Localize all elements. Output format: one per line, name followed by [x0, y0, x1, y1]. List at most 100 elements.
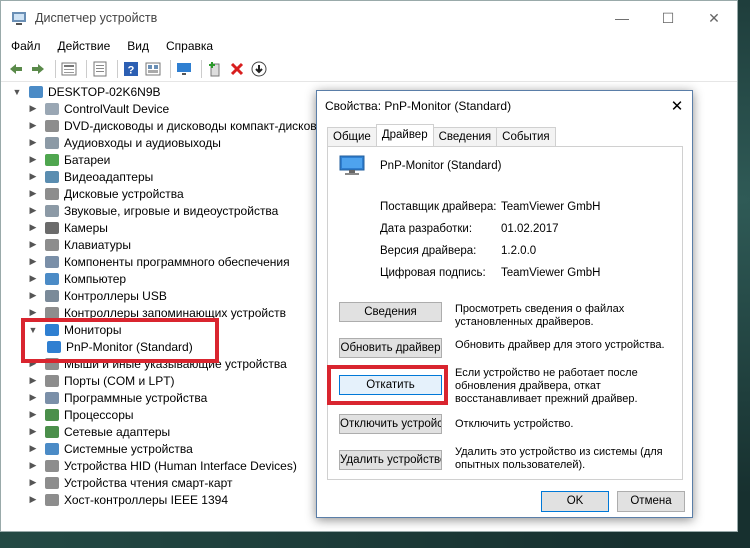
tree-category-item[interactable]: ▶ ControlVault Device [1, 100, 321, 117]
tree-category-item[interactable]: ▶ Программные устройства [1, 389, 321, 406]
expand-arrow-icon[interactable]: ▶ [27, 426, 39, 437]
monitor-icon[interactable] [175, 60, 193, 78]
tree-category-item[interactable]: ▶ Сетевые адаптеры [1, 423, 321, 440]
uninstall-device-description: Удалить это устройство из системы (для о… [455, 446, 663, 471]
expand-arrow-icon[interactable]: ▶ [27, 222, 39, 233]
tree-category-item[interactable]: ▶ Системные устройства [1, 440, 321, 457]
view-icon[interactable] [144, 60, 162, 78]
tree-item-label: Видеоадаптеры [64, 169, 154, 184]
expand-arrow-icon[interactable]: ▶ [27, 256, 39, 267]
minimize-button[interactable]: — [599, 10, 645, 27]
dialog-title-bar: Свойства: PnP-Monitor (Standard) ✕ [317, 91, 692, 121]
tab-details[interactable]: Сведения [432, 127, 498, 146]
expand-arrow-icon[interactable]: ▶ [27, 188, 39, 199]
dialog-close-button[interactable]: ✕ [662, 97, 692, 115]
cancel-button[interactable]: Отмена [617, 491, 685, 512]
expand-arrow-icon[interactable]: ▶ [27, 171, 39, 182]
tree-category-item[interactable]: ▶ Компьютер [1, 270, 321, 287]
update-driver-button[interactable]: Обновить драйвер [339, 338, 442, 358]
expand-arrow-icon[interactable]: ▶ [27, 290, 39, 301]
tree-category-item[interactable]: ▶ Порты (COM и LPT) [1, 372, 321, 389]
menu-bar: Файл Действие Вид Справка [1, 35, 737, 57]
tree-root[interactable]: ▼ DESKTOP-02K6N9B [1, 83, 321, 100]
expand-arrow-icon[interactable]: ▶ [27, 205, 39, 216]
tree-category-item[interactable]: ▶ Контроллеры USB [1, 287, 321, 304]
tree-category-item[interactable]: ▶ Хост-контроллеры IEEE 1394 [1, 491, 321, 508]
tree-category-item[interactable]: ▶ Камеры [1, 219, 321, 236]
menu-view[interactable]: Вид [125, 39, 151, 53]
list-icon[interactable] [91, 60, 109, 78]
tree-item-label: Аудиовходы и аудиовыходы [64, 135, 221, 150]
expand-arrow-icon[interactable]: ▶ [27, 443, 39, 454]
tree-item-label: DVD-дисководы и дисководы компакт-дисков [64, 118, 317, 133]
tab-general[interactable]: Общие [327, 127, 377, 146]
expand-arrow-icon[interactable]: ▶ [27, 103, 39, 114]
tree-item-label: Системные устройства [64, 441, 193, 456]
properties-icon[interactable] [60, 60, 78, 78]
tree-item-label: ControlVault Device [64, 101, 170, 116]
forward-icon[interactable] [29, 60, 47, 78]
device-category-icon [45, 272, 59, 285]
device-category-icon [45, 170, 59, 183]
menu-help[interactable]: Справка [164, 39, 215, 53]
toolbar-separator [55, 60, 56, 78]
expand-arrow-icon[interactable]: ▶ [27, 460, 39, 471]
expand-arrow-icon[interactable]: ▶ [27, 392, 39, 403]
tree-item-label: Устройства HID (Human Interface Devices) [64, 458, 297, 473]
toolbar: ? [1, 57, 737, 82]
tree-item-label: Процессоры [64, 407, 134, 422]
expand-arrow-icon[interactable]: ▶ [27, 307, 39, 318]
tree-category-item[interactable]: ▶ Устройства HID (Human Interface Devices… [1, 457, 321, 474]
collapse-arrow-icon[interactable]: ▼ [11, 87, 23, 97]
tree-category-item[interactable]: ▶ Процессоры [1, 406, 321, 423]
tree-category-item[interactable]: ▶ Компоненты программного обеспечения [1, 253, 321, 270]
driver-details-button[interactable]: Сведения [339, 302, 442, 322]
expand-arrow-icon[interactable]: ▶ [27, 154, 39, 165]
back-icon[interactable] [7, 60, 25, 78]
download-icon[interactable] [250, 60, 268, 78]
remove-icon[interactable] [228, 60, 246, 78]
tab-events[interactable]: События [496, 127, 556, 146]
expand-arrow-icon[interactable]: ▶ [27, 375, 39, 386]
device-category-icon [45, 136, 59, 149]
property-value: 01.02.2017 [501, 223, 559, 235]
expand-arrow-icon[interactable]: ▶ [27, 239, 39, 250]
tree-category-item[interactable]: ▶ DVD-дисководы и дисководы компакт-диско… [1, 117, 321, 134]
device-tree: ▼ DESKTOP-02K6N9B ▶ ControlVault Device ▶ D… [1, 83, 321, 508]
add-driver-icon[interactable] [206, 60, 224, 78]
expand-arrow-icon[interactable]: ▶ [27, 409, 39, 420]
tree-category-item[interactable]: ▶ Аудиовходы и аудиовыходы [1, 134, 321, 151]
tree-category-item[interactable]: ▶ Звуковые, игровые и видеоустройства [1, 202, 321, 219]
disable-device-button[interactable]: Отключить устройство [339, 414, 442, 434]
expand-arrow-icon[interactable]: ▶ [27, 477, 39, 488]
tree-category-item[interactable]: ▶ Батареи [1, 151, 321, 168]
device-category-icon [45, 153, 59, 166]
tree-category-item[interactable]: ▶ Устройства чтения смарт-карт [1, 474, 321, 491]
tab-driver[interactable]: Драйвер [375, 124, 434, 146]
rollback-driver-description: Если устройство не работает после обновл… [455, 367, 638, 405]
uninstall-device-button[interactable]: Удалить устройство [339, 450, 442, 470]
menu-action[interactable]: Действие [56, 39, 113, 53]
device-category-icon [45, 442, 59, 455]
expand-arrow-icon[interactable]: ▶ [27, 137, 39, 148]
tree-item-label: Камеры [64, 220, 108, 235]
help-icon[interactable]: ? [122, 60, 140, 78]
expand-arrow-icon[interactable]: ▶ [27, 120, 39, 131]
device-category-icon [45, 374, 59, 387]
tree-category-item[interactable]: ▶ Клавиатуры [1, 236, 321, 253]
tree-item-label: Дисковые устройства [64, 186, 184, 201]
maximize-button[interactable]: ☐ [645, 10, 691, 27]
expand-arrow-icon[interactable]: ▶ [27, 273, 39, 284]
device-category-icon [45, 221, 59, 234]
tree-category-item[interactable]: ▶ Дисковые устройства [1, 185, 321, 202]
expand-arrow-icon[interactable]: ▶ [27, 494, 39, 505]
window-title: Диспетчер устройств [35, 11, 158, 25]
ok-button[interactable]: OK [541, 491, 609, 512]
tree-category-item[interactable]: ▶ Видеоадаптеры [1, 168, 321, 185]
close-button[interactable]: ✕ [691, 10, 737, 27]
menu-file[interactable]: Файл [9, 39, 43, 53]
dialog-tabs: Общие Драйвер Сведения События [327, 124, 556, 146]
tree-item-label: Звуковые, игровые и видеоустройства [64, 203, 279, 218]
device-category-icon [45, 255, 59, 268]
computer-icon [29, 85, 43, 98]
